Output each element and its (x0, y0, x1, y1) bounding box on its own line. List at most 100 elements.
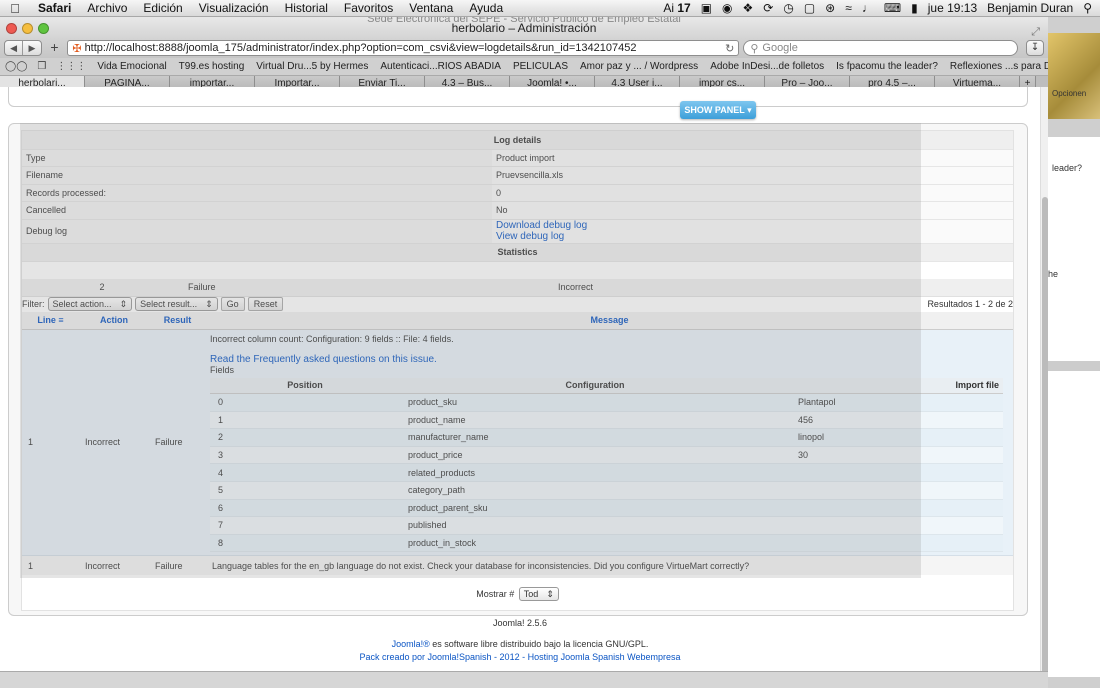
fields-label: Fields (210, 364, 235, 375)
log-details-table: Log details Type Product import Filename P… (22, 131, 1013, 262)
line-column-header[interactable]: Line ≡ (22, 312, 79, 330)
go-button[interactable]: Go (220, 297, 245, 311)
reading-list-icon[interactable]: ◯◯ (0, 61, 32, 72)
apple-icon[interactable]:  (0, 1, 30, 16)
menu-ayuda[interactable]: Ayuda (461, 1, 511, 15)
action-select[interactable]: Select action... ⇕ (47, 297, 133, 311)
status-bar (0, 671, 1048, 688)
joomla-link[interactable]: Joomla!® (392, 639, 430, 649)
field-import (790, 499, 1003, 518)
forward-icon[interactable]: ▶ (22, 41, 40, 55)
evernote-icon[interactable]: ❖ (743, 1, 754, 15)
detail-key: Records processed: (22, 184, 492, 202)
bookmark-item[interactable]: Virtual Dru...5 by Hermes (250, 61, 374, 72)
table-row: 1 Incorrect Failure Language tables for … (22, 555, 1013, 575)
result-column-header[interactable]: Result (149, 312, 206, 330)
row-action: Incorrect (79, 555, 149, 575)
ghost-title: Sede Electrónica del SEPE - Servicio Púb… (367, 17, 681, 25)
faq-link[interactable]: Read the Frequently asked questions on t… (210, 354, 437, 365)
bluetooth-icon[interactable]: ⊛ (825, 1, 835, 15)
field-import: Plantapol (790, 393, 1003, 412)
view-debug-log-link[interactable]: View debug log (496, 231, 1009, 242)
show-panel-button[interactable]: SHOW PANEL ▾ (680, 101, 756, 119)
keyboard-icon[interactable]: ⌨ (884, 1, 901, 15)
sort-icon: ≡ (58, 315, 64, 326)
bookmark-item[interactable]: PELICULAS (507, 61, 574, 72)
search-field[interactable]: ⚲ Google (743, 40, 1019, 56)
field-config: product_price (400, 446, 790, 465)
row-action: Incorrect (79, 329, 149, 557)
back-icon[interactable]: ◀ (5, 41, 22, 55)
add-bookmark-icon[interactable]: + (46, 40, 64, 56)
close-button[interactable] (6, 23, 17, 34)
display-icon[interactable]: ▢ (804, 1, 815, 15)
row-line: 1 (22, 555, 79, 575)
filter-label: Filter: (22, 299, 45, 309)
field-config: category_path (400, 481, 790, 500)
dropbox-icon[interactable]: ▣ (701, 1, 712, 15)
download-debug-log-link[interactable]: Download debug log (496, 220, 1009, 231)
bookmark-item[interactable]: Amor paz y ... / Wordpress (574, 61, 704, 72)
menu-edicion[interactable]: Edición (135, 1, 190, 15)
limit-select[interactable]: Tod ⇕ (518, 587, 559, 601)
field-config: product_sku (400, 393, 790, 412)
address-bar[interactable]: ✠ http://localhost:8888/joomla_175/admin… (67, 40, 740, 56)
result-select[interactable]: Select result... ⇕ (135, 297, 218, 311)
action-column-header[interactable]: Action (79, 312, 149, 330)
downloads-icon[interactable]: ↧ (1026, 40, 1044, 56)
menu-visualizacion[interactable]: Visualización (191, 1, 277, 15)
show-panel-label: SHOW PANEL (684, 105, 745, 115)
sync-icon[interactable]: ⟳ (763, 1, 773, 15)
bg-band (1048, 361, 1100, 371)
bg-text: leader? (1052, 163, 1083, 173)
menu-favoritos[interactable]: Favoritos (336, 1, 401, 15)
field-position: 6 (210, 499, 400, 518)
bg-label: Opcionen (1052, 89, 1087, 98)
field-row: 0 product_sku Plantapol (210, 393, 1003, 412)
bookmark-item[interactable]: Reflexiones ...s para Dios (944, 61, 1048, 72)
field-config: published (400, 516, 790, 535)
bookmark-item[interactable]: Is fpacomu the leader? (830, 61, 944, 72)
spotlight-icon[interactable]: ⚲ (1083, 1, 1092, 15)
minimize-button[interactable] (22, 23, 33, 34)
result-select-value: Select result... (140, 299, 198, 309)
menu-historial[interactable]: Historial (277, 1, 336, 15)
clock[interactable]: jue 19:13 (928, 1, 977, 15)
field-position: 5 (210, 481, 400, 500)
status-badge: 17 (677, 1, 691, 15)
chevron-down-icon: ▾ (747, 105, 752, 115)
content-container: Log details Type Product import Filename P… (8, 123, 1028, 616)
bookmark-item[interactable]: T99.es hosting (173, 61, 251, 72)
menu-safari[interactable]: Safari (30, 1, 79, 15)
url-text: http://localhost:8888/joomla_175/adminis… (84, 42, 637, 54)
time-machine-icon[interactable]: ◷ (783, 1, 793, 15)
field-import: linopol (790, 428, 1003, 447)
field-import (790, 534, 1003, 553)
zoom-button[interactable] (38, 23, 49, 34)
reload-icon[interactable]: ↻ (725, 42, 734, 55)
adobe-icon[interactable]: Ai 17 (663, 1, 690, 15)
field-import (790, 516, 1003, 535)
pagination: Mostrar # Tod ⇕ (22, 587, 1013, 601)
menu-ventana[interactable]: Ventana (401, 1, 461, 15)
bookmark-item[interactable]: Adobe InDesi...de folletos (704, 61, 830, 72)
wifi-icon[interactable]: ≈ (845, 1, 852, 15)
bookmark-item[interactable]: Vida Emocional (91, 61, 172, 72)
limit-label: Mostrar # (476, 589, 515, 599)
menu-archivo[interactable]: Archivo (79, 1, 135, 15)
detail-value: 0 (492, 184, 1013, 202)
stats-count: 2 (22, 279, 182, 297)
page-scrollbar[interactable] (1040, 87, 1048, 677)
pack-credit-link[interactable]: Pack creado por Joomla!Spanish - 2012 - … (0, 651, 1040, 664)
field-row: 1 product_name 456 (210, 411, 1003, 430)
reset-button[interactable]: Reset (247, 297, 284, 311)
skype-icon[interactable]: ◉ (722, 1, 732, 15)
bookmark-item[interactable]: Autenticaci...RIOS ABADIA (374, 61, 507, 72)
scrollbar-thumb[interactable] (1042, 197, 1048, 677)
user-name[interactable]: Benjamin Duran (987, 1, 1073, 15)
bookmarks-book-icon[interactable]: ❒ (32, 61, 51, 72)
battery-icon[interactable]: ▮ (911, 1, 918, 15)
top-sites-icon[interactable]: ⋮⋮⋮ (51, 61, 91, 72)
field-import: 456 (790, 411, 1003, 430)
volume-icon[interactable]: ♩ (862, 1, 874, 15)
